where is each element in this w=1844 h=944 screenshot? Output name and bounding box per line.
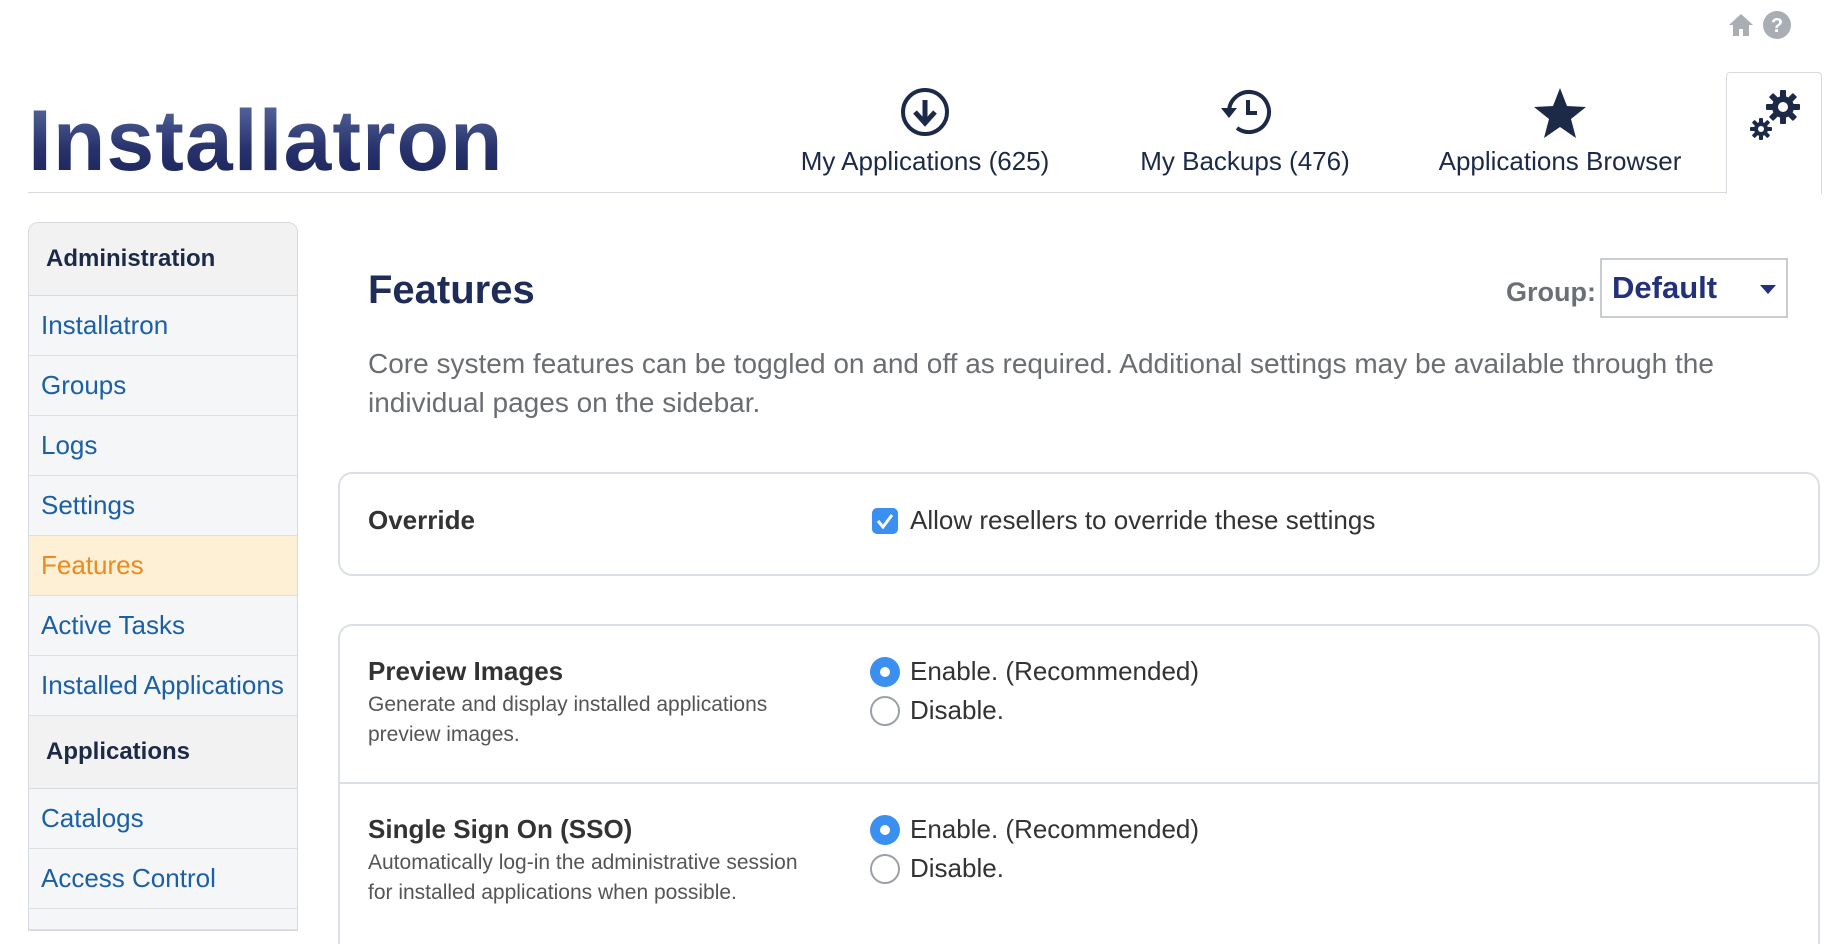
admin-sidebar: Administration Installatron Groups Logs … bbox=[28, 222, 298, 931]
gears-icon bbox=[1747, 87, 1803, 148]
download-circle-icon bbox=[790, 86, 1060, 142]
sidebar-item-catalogs[interactable]: Catalogs bbox=[29, 789, 297, 849]
star-icon bbox=[1425, 86, 1695, 142]
history-clock-icon bbox=[1130, 86, 1360, 142]
sidebar-item-installatron[interactable]: Installatron bbox=[29, 296, 297, 356]
tab-label: Applications Browser bbox=[1438, 146, 1682, 176]
page-description: Core system features can be toggled on a… bbox=[368, 348, 1714, 418]
tab-my-backups[interactable]: My Backups (476) bbox=[1130, 86, 1360, 186]
preview-images-enable-label: Enable. (Recommended) bbox=[910, 656, 1200, 686]
override-checkbox-label: Allow resellers to override these settin… bbox=[910, 505, 1376, 535]
checkmark-icon bbox=[876, 514, 894, 530]
sidebar-heading-administration: Administration bbox=[29, 223, 297, 296]
features-panel: Preview Images Generate and display inst… bbox=[338, 624, 1820, 944]
sso-disable-radio[interactable] bbox=[870, 854, 900, 884]
tab-label: My Applications (625) bbox=[800, 146, 1050, 176]
group-label: Group: bbox=[1506, 277, 1596, 307]
override-title: Override bbox=[368, 505, 475, 535]
tab-my-applications[interactable]: My Applications (625) bbox=[790, 86, 1060, 186]
help-icon[interactable]: ? bbox=[1762, 10, 1792, 40]
svg-text:?: ? bbox=[1771, 15, 1783, 37]
group-select-value: Default bbox=[1612, 270, 1718, 305]
feature-desc-preview-images: Generate and display installed applicati… bbox=[368, 693, 768, 746]
override-panel: Override Allow resellers to override the… bbox=[338, 472, 1820, 576]
sso-enable-radio[interactable] bbox=[870, 815, 900, 845]
override-checkbox[interactable] bbox=[872, 508, 898, 534]
preview-images-enable-radio[interactable] bbox=[870, 657, 900, 687]
sidebar-item-groups[interactable]: Groups bbox=[29, 356, 297, 416]
home-icon[interactable] bbox=[1726, 10, 1756, 40]
feature-desc-sso: Automatically log-in the administrative … bbox=[368, 851, 798, 904]
tab-applications-browser[interactable]: Applications Browser bbox=[1425, 86, 1695, 186]
page-title: Features bbox=[368, 268, 535, 312]
sidebar-item-installed-applications[interactable]: Installed Applications bbox=[29, 656, 297, 716]
sidebar-heading-applications: Applications bbox=[29, 716, 297, 789]
nav-divider bbox=[28, 192, 1726, 193]
chevron-down-icon bbox=[1760, 285, 1776, 294]
preview-images-disable-label: Disable. bbox=[910, 695, 1004, 725]
sidebar-item-access-control[interactable]: Access Control bbox=[29, 849, 297, 909]
sidebar-item-settings[interactable]: Settings bbox=[29, 476, 297, 536]
sso-enable-label: Enable. (Recommended) bbox=[910, 814, 1200, 844]
tab-admin-settings[interactable] bbox=[1726, 72, 1822, 194]
sidebar-item-features[interactable]: Features bbox=[29, 536, 297, 596]
sso-disable-label: Disable. bbox=[910, 853, 1004, 883]
preview-images-disable-radio[interactable] bbox=[870, 696, 900, 726]
feature-row-divider bbox=[340, 782, 1818, 784]
sidebar-item-active-tasks[interactable]: Active Tasks bbox=[29, 596, 297, 656]
tab-label: My Backups (476) bbox=[1140, 146, 1350, 176]
group-select[interactable]: Default bbox=[1600, 258, 1788, 318]
sidebar-item-logs[interactable]: Logs bbox=[29, 416, 297, 476]
installatron-logo: Installatron bbox=[28, 93, 504, 189]
feature-title-sso: Single Sign On (SSO) bbox=[368, 814, 633, 844]
top-utility-icons: ? bbox=[1726, 10, 1792, 40]
feature-title-preview-images: Preview Images bbox=[368, 656, 564, 686]
